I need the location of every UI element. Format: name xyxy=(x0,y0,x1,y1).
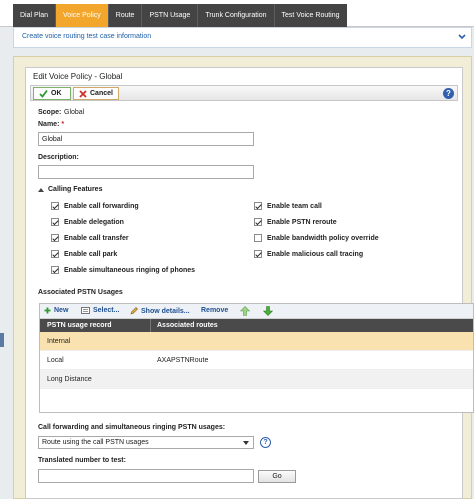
checkbox-box[interactable] xyxy=(51,202,59,210)
name-label-text: Name: xyxy=(38,121,60,128)
scope-value: Global xyxy=(64,109,85,116)
required-marker: * xyxy=(61,121,65,128)
checkbox-box[interactable] xyxy=(254,218,262,226)
question-help-icon[interactable]: ? xyxy=(260,437,271,448)
cell-usage-record: Internal xyxy=(47,338,71,345)
checkbox-label: Enable call forwarding xyxy=(64,202,139,210)
chevron-down-icon[interactable] xyxy=(457,31,467,43)
cell-associated-routes: AXAPSTNRoute xyxy=(157,357,209,364)
checkbox-label: Enable PSTN reroute xyxy=(267,218,337,226)
plus-icon xyxy=(44,307,51,314)
checkbox-team-call[interactable]: Enable team call xyxy=(254,202,322,210)
show-details-label: Show details... xyxy=(141,307,190,315)
checkbox-bandwidth-override[interactable]: Enable bandwidth policy override xyxy=(254,234,379,242)
tab-voice-policy[interactable]: Voice Policy xyxy=(56,4,109,27)
pencil-icon xyxy=(130,307,138,315)
scope-label: Scope: xyxy=(38,109,62,116)
checkbox-pstn-reroute[interactable]: Enable PSTN reroute xyxy=(254,218,337,226)
create-test-case-bar: Create voice routing test case informati… xyxy=(13,27,472,48)
top-nav: Dial Plan Voice Policy Route PSTN Usage … xyxy=(0,0,474,27)
show-details-button[interactable]: Show details... xyxy=(130,307,190,315)
checkbox-label: Enable malicious call tracing xyxy=(267,250,364,258)
checkbox-box[interactable] xyxy=(254,234,262,242)
forwarding-usage-label: Call forwarding and simultaneous ringing… xyxy=(38,424,226,431)
cancel-button[interactable]: Cancel xyxy=(73,87,119,100)
table-row[interactable]: Local AXAPSTNRoute xyxy=(40,351,473,370)
column-header-usage-record[interactable]: PSTN usage record xyxy=(47,322,112,329)
checkbox-label: Enable team call xyxy=(267,202,322,210)
checkbox-box[interactable] xyxy=(51,234,59,242)
help-icon[interactable]: ? xyxy=(443,88,454,99)
select-list-icon xyxy=(81,307,90,314)
calling-features-header[interactable]: Calling Features xyxy=(38,186,102,193)
ok-button[interactable]: OK xyxy=(33,87,71,100)
move-up-arrow-icon[interactable] xyxy=(240,306,250,316)
checkbox-label: Enable call transfer xyxy=(64,234,129,242)
pstn-usages-grid: New Select... Show details... Remove PST… xyxy=(39,303,474,413)
checkbox-label: Enable delegation xyxy=(64,218,124,226)
checkbox-call-park[interactable]: Enable call park xyxy=(51,250,117,258)
name-label: Name: * xyxy=(38,121,64,128)
checkbox-box[interactable] xyxy=(51,266,59,274)
select-label: Select... xyxy=(93,307,120,314)
checkbox-label: Enable call park xyxy=(64,250,118,258)
tab-test-voice-routing[interactable]: Test Voice Routing xyxy=(275,4,347,27)
select-button[interactable]: Select... xyxy=(81,307,119,314)
name-field[interactable]: Global xyxy=(38,132,254,146)
checkbox-label: Enable bandwidth policy override xyxy=(267,234,379,242)
table-row[interactable]: Internal xyxy=(40,332,473,351)
cell-usage-record: Long Distance xyxy=(47,376,92,383)
checkbox-malicious-call-tracing[interactable]: Enable malicious call tracing xyxy=(254,250,363,258)
remove-label: Remove xyxy=(201,307,229,314)
panel-toolbar: OK Cancel ? xyxy=(30,85,458,101)
splitter-handle[interactable] xyxy=(0,333,4,347)
tab-route[interactable]: Route xyxy=(109,4,143,27)
translated-number-label: Translated number to test: xyxy=(38,457,126,464)
checkbox-box[interactable] xyxy=(51,250,59,258)
checkbox-delegation[interactable]: Enable delegation xyxy=(51,218,124,226)
calling-features-title: Calling Features xyxy=(48,186,103,193)
description-field[interactable] xyxy=(38,165,254,179)
cancel-label: Cancel xyxy=(90,90,113,97)
cell-usage-record: Local xyxy=(47,357,64,364)
description-label: Description: xyxy=(38,154,79,161)
tab-strip: Dial Plan Voice Policy Route PSTN Usage … xyxy=(13,4,347,27)
dropdown-arrow-icon xyxy=(243,441,249,445)
forwarding-usage-select[interactable]: Route using the call PSTN usages xyxy=(38,436,254,449)
create-test-case-link[interactable]: Create voice routing test case informati… xyxy=(22,33,151,40)
translated-number-field[interactable] xyxy=(38,469,254,483)
column-divider[interactable] xyxy=(150,319,151,332)
ok-label: OK xyxy=(51,90,62,97)
panel-title: Edit Voice Policy - Global xyxy=(33,72,123,81)
tab-trunk-configuration[interactable]: Trunk Configuration xyxy=(198,4,275,27)
pstn-usages-title: Associated PSTN Usages xyxy=(38,289,123,296)
move-down-arrow-icon[interactable] xyxy=(263,306,273,316)
new-label: New xyxy=(54,307,69,314)
remove-button[interactable]: Remove xyxy=(201,307,228,314)
checkbox-box[interactable] xyxy=(254,250,262,258)
grid-toolbar: New Select... Show details... Remove xyxy=(40,304,473,319)
close-icon xyxy=(79,89,87,98)
table-row[interactable]: Long Distance xyxy=(40,370,473,389)
checkbox-box[interactable] xyxy=(254,202,262,210)
go-button[interactable]: Go xyxy=(258,470,296,483)
checkbox-simultaneous-ringing[interactable]: Enable simultaneous ringing of phones xyxy=(51,266,195,274)
checkmark-icon xyxy=(39,89,48,98)
checkbox-call-transfer[interactable]: Enable call transfer xyxy=(51,234,129,242)
tab-dial-plan[interactable]: Dial Plan xyxy=(13,4,57,27)
checkbox-call-forwarding[interactable]: Enable call forwarding xyxy=(51,202,139,210)
grid-header: PSTN usage record Associated routes xyxy=(40,319,473,332)
tab-pstn-usage[interactable]: PSTN Usage xyxy=(142,4,199,27)
checkbox-box[interactable] xyxy=(51,218,59,226)
new-button[interactable]: New xyxy=(44,307,68,314)
forwarding-usage-value: Route using the call PSTN usages xyxy=(42,439,149,446)
checkbox-label: Enable simultaneous ringing of phones xyxy=(64,266,196,274)
column-header-associated-routes[interactable]: Associated routes xyxy=(157,322,218,329)
collapse-caret-icon xyxy=(38,187,44,192)
